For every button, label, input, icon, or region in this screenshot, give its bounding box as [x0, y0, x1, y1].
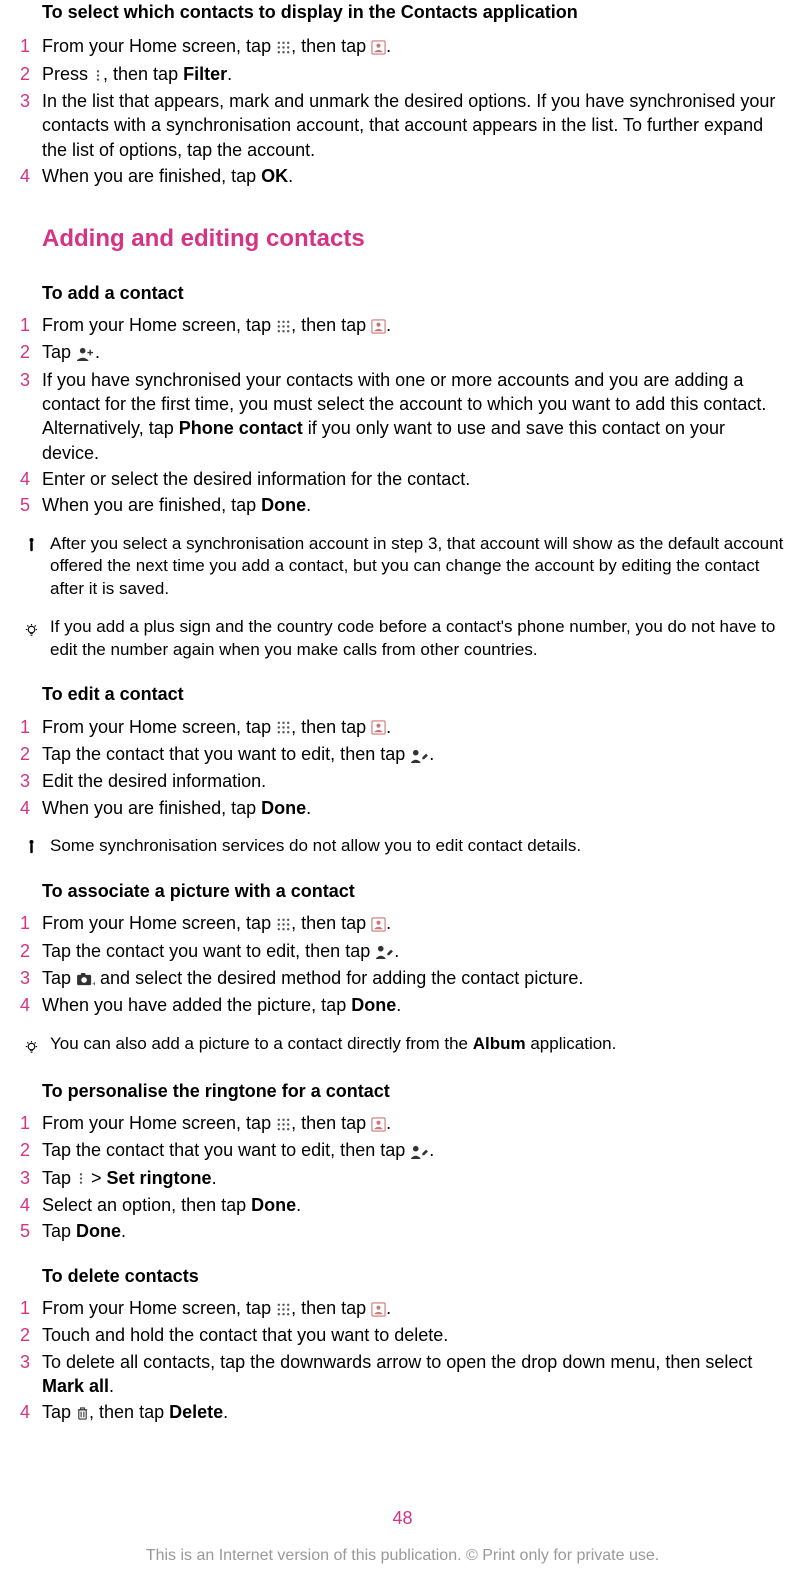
- steps-list: From your Home screen, tap , then tap . …: [20, 911, 785, 1017]
- document-body: To select which contacts to display in t…: [20, 0, 785, 1586]
- page-number: 48: [20, 1506, 785, 1530]
- overflow-icon: [76, 1166, 86, 1190]
- apps-grid-icon: [276, 1296, 291, 1320]
- steps-list: From your Home screen, tap , then tap . …: [20, 1111, 785, 1244]
- contacts-icon: [371, 1111, 386, 1135]
- section-title: To add a contact: [42, 281, 785, 305]
- step-item: From your Home screen, tap , then tap .: [20, 313, 785, 338]
- section-title: To select which contacts to display in t…: [42, 0, 785, 24]
- step-item: If you have synchronised your contacts w…: [20, 368, 785, 465]
- step-item: When you are finished, tap Done.: [20, 796, 785, 820]
- step-item: Tap the contact that you want to edit, t…: [20, 742, 785, 767]
- edit-contact-icon: [410, 1138, 429, 1162]
- step-item: Tap the contact that you want to edit, t…: [20, 1138, 785, 1163]
- step-item: Tap .: [20, 340, 785, 365]
- contacts-icon: [371, 34, 386, 58]
- apps-grid-icon: [276, 313, 291, 337]
- camera-add-icon: [76, 966, 95, 990]
- note-text: After you select a synchronisation accou…: [42, 533, 785, 602]
- apps-grid-icon: [276, 34, 291, 58]
- apps-grid-icon: [276, 715, 291, 739]
- step-item: From your Home screen, tap , then tap .: [20, 715, 785, 740]
- step-item: Tap and select the desired method for ad…: [20, 966, 785, 991]
- note-icon: [27, 534, 36, 557]
- steps-list: From your Home screen, tap , then tap . …: [20, 313, 785, 518]
- section-title: To delete contacts: [42, 1264, 785, 1288]
- step-item: Tap > Set ringtone.: [20, 1166, 785, 1191]
- step-item: From your Home screen, tap , then tap .: [20, 1296, 785, 1321]
- step-item: Edit the desired information.: [20, 769, 785, 793]
- step-item: Touch and hold the contact that you want…: [20, 1323, 785, 1347]
- steps-list: From your Home screen, tap , then tap . …: [20, 715, 785, 820]
- trash-icon: [76, 1400, 89, 1424]
- note-icon: [27, 836, 36, 859]
- step-item: Tap Done.: [20, 1219, 785, 1243]
- step-item: When you are finished, tap OK.: [20, 164, 785, 188]
- step-item: When you have added the picture, tap Don…: [20, 993, 785, 1017]
- tip-block: If you add a plus sign and the country c…: [20, 616, 785, 662]
- section-title: To edit a contact: [42, 682, 785, 706]
- tip-text: If you add a plus sign and the country c…: [42, 616, 785, 662]
- note-block: Some synchronisation services do not all…: [20, 835, 785, 859]
- step-item: From your Home screen, tap , then tap .: [20, 911, 785, 936]
- contacts-icon: [371, 715, 386, 739]
- contacts-icon: [371, 911, 386, 935]
- step-item: From your Home screen, tap , then tap .: [20, 1111, 785, 1136]
- steps-list: From your Home screen, tap , then tap . …: [20, 1296, 785, 1426]
- contacts-icon: [371, 313, 386, 337]
- tip-block: You can also add a picture to a contact …: [20, 1033, 785, 1059]
- note-block: After you select a synchronisation accou…: [20, 533, 785, 602]
- step-item: Tap , then tap Delete.: [20, 1400, 785, 1425]
- contacts-icon: [371, 1296, 386, 1320]
- step-item: In the list that appears, mark and unmar…: [20, 89, 785, 162]
- section-title: To associate a picture with a contact: [42, 879, 785, 903]
- add-contact-icon: [76, 340, 95, 364]
- step-item: Enter or select the desired information …: [20, 467, 785, 491]
- bulb-icon: [24, 1036, 39, 1059]
- apps-grid-icon: [276, 1111, 291, 1135]
- heading-2: Adding and editing contacts: [42, 223, 785, 255]
- tip-text: You can also add a picture to a contact …: [42, 1033, 785, 1056]
- edit-contact-icon: [375, 939, 394, 963]
- step-item: Select an option, then tap Done.: [20, 1193, 785, 1217]
- section-title: To personalise the ringtone for a contac…: [42, 1079, 785, 1103]
- steps-list: From your Home screen, tap , then tap . …: [20, 34, 785, 188]
- apps-grid-icon: [276, 911, 291, 935]
- step-item: When you are finished, tap Done.: [20, 493, 785, 517]
- page-footer: 48 This is an Internet version of this p…: [20, 1506, 785, 1587]
- overflow-icon: [93, 62, 103, 86]
- step-item: To delete all contacts, tap the downward…: [20, 1350, 785, 1399]
- note-text: Some synchronisation services do not all…: [42, 835, 785, 858]
- bulb-icon: [24, 619, 39, 642]
- footer-text: This is an Internet version of this publ…: [20, 1545, 785, 1567]
- step-item: From your Home screen, tap , then tap .: [20, 34, 785, 59]
- step-item: Press , then tap Filter.: [20, 62, 785, 87]
- edit-contact-icon: [410, 742, 429, 766]
- step-item: Tap the contact you want to edit, then t…: [20, 939, 785, 964]
